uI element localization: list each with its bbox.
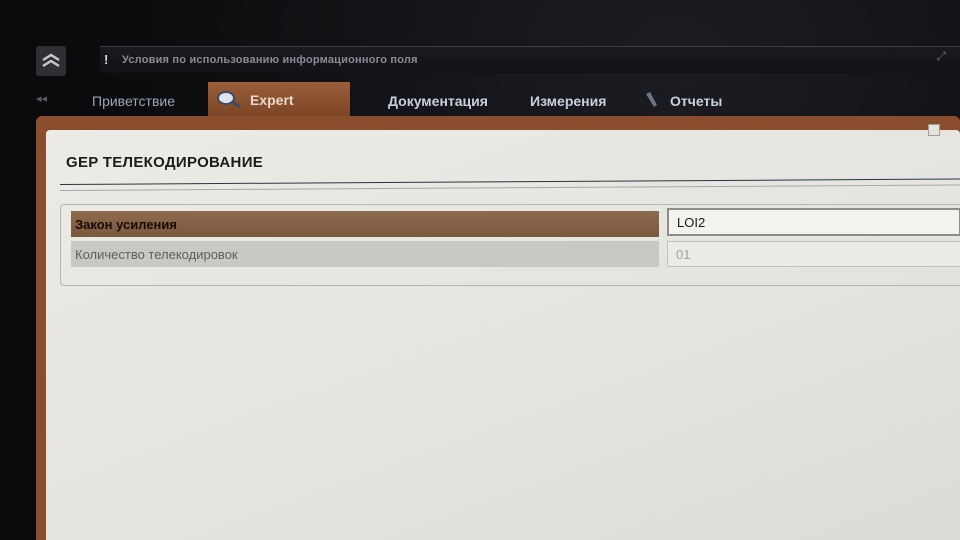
screen: ! Условия по использованию информационно… [0,0,960,540]
magnifier-icon [216,89,242,112]
tab-label: Документация [388,93,488,109]
main-panel: GEP ТЕЛЕКОДИРОВАНИЕ Закон усиления LOI2 … [46,124,960,540]
tab-documentation[interactable]: Документация [388,86,488,116]
resize-icon[interactable]: ⤢ [936,49,946,64]
tab-label: Expert [250,92,294,108]
param-value-field[interactable]: 01 [667,241,960,267]
tab-reports[interactable]: Отчеты [644,86,722,116]
chevron-logo-icon [42,53,60,68]
alert-icon: ! [104,52,109,67]
title-divider [59,178,960,185]
tab-label: Отчеты [670,93,723,109]
info-strip: ! Условия по использованию информационно… [100,46,960,73]
tab-expert[interactable]: Expert [208,82,350,118]
pen-icon [644,91,658,111]
panel-toggle-icon[interactable] [928,124,940,136]
tab-welcome[interactable]: Приветствие [92,86,175,116]
table-row[interactable]: Количество телекодировок 01 [71,241,960,267]
param-label: Закон усиления [71,211,659,237]
tab-label: Измерения [530,93,607,109]
param-label: Количество телекодировок [71,241,659,267]
tab-measurements[interactable]: Измерения [530,86,606,116]
back-arrows-icon[interactable]: ◂◂ [36,92,47,105]
tab-bar: ◂◂ Приветствие Expert Документация Измер… [30,82,960,118]
table-row[interactable]: Закон усиления LOI2 [71,208,960,237]
tab-label: Приветствие [92,93,175,109]
main-frame: GEP ТЕЛЕКОДИРОВАНИЕ Закон усиления LOI2 … [36,116,960,540]
param-value-field[interactable]: LOI2 [667,208,960,236]
parameter-table: Закон усиления LOI2 Количество телекодир… [60,204,960,286]
info-text: Условия по использованию информационного… [122,54,418,66]
page-title: GEP ТЕЛЕКОДИРОВАНИЕ [66,154,264,171]
top-bar: ! Условия по использованию информационно… [28,40,960,80]
citroen-logo [36,46,66,76]
title-divider-shadow [59,184,960,191]
